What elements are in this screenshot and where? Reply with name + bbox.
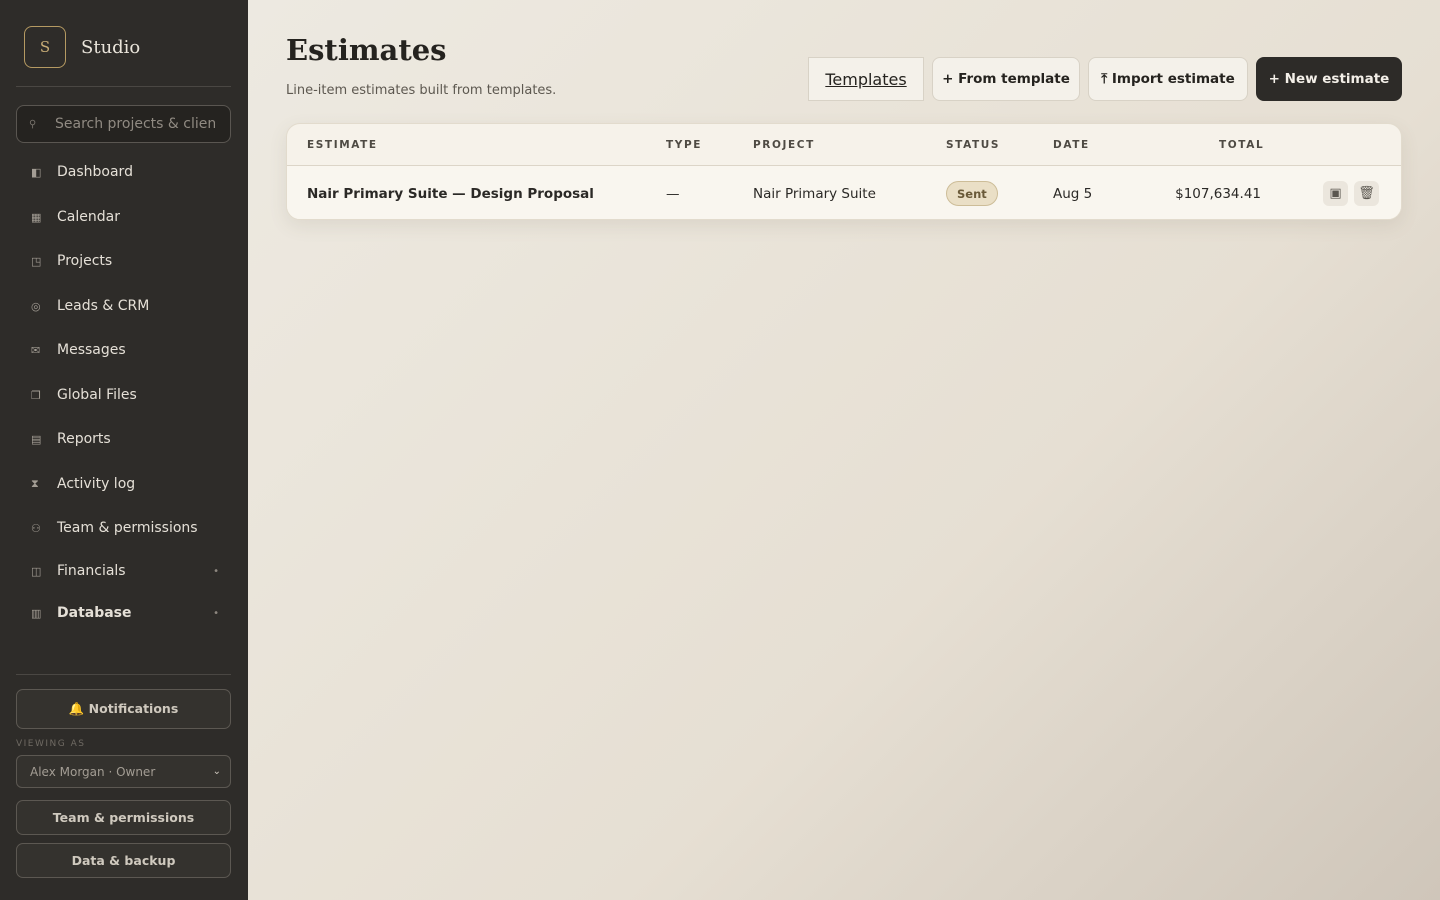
data-backup-button[interactable]: Data & backup: [16, 843, 231, 878]
sidebar-item-calendar[interactable]: ▦ Calendar: [16, 200, 231, 234]
sidebar-item-label: Team & permissions: [57, 520, 198, 536]
sidebar-item-activity-log[interactable]: ⧗ Activity log: [16, 467, 231, 501]
column-header-project[interactable]: PROJECT: [753, 139, 815, 151]
sidebar-item-label: Activity log: [57, 476, 136, 492]
column-header-status[interactable]: STATUS: [946, 139, 1000, 151]
search-icon: ⚲: [29, 118, 37, 130]
notifications-button[interactable]: 🔔 Notifications: [16, 689, 231, 729]
brand-name: Studio: [81, 36, 141, 58]
calendar-icon: ▦: [31, 210, 42, 224]
activity-icon: ⧗: [31, 477, 39, 490]
reports-icon: ▤: [31, 432, 42, 446]
estimate-date: Aug 5: [1053, 186, 1093, 202]
table-row[interactable]: Nair Primary Suite — Design Proposal — N…: [287, 166, 1401, 219]
search-input[interactable]: [55, 116, 215, 132]
estimate-type: —: [666, 186, 680, 202]
estimates-table: ESTIMATE TYPE PROJECT STATUS DATE TOTAL …: [286, 123, 1402, 220]
sidebar-divider-bottom: [16, 674, 231, 675]
sidebar: S Studio ⚲ ◧ Dashboard ▦ Calendar ◳ Proj…: [0, 0, 248, 900]
sidebar-item-label: Leads & CRM: [57, 298, 150, 314]
dashboard-icon: ◧: [31, 165, 42, 179]
expand-dot-icon: •: [213, 607, 219, 619]
sidebar-item-label: Database: [57, 605, 132, 621]
column-header-date[interactable]: DATE: [1053, 139, 1090, 151]
from-template-button[interactable]: + From template: [932, 57, 1080, 101]
team-icon: ⚇: [31, 521, 41, 535]
estimate-total: $107,634.41: [1175, 186, 1261, 202]
financials-icon: ◫: [31, 564, 42, 578]
files-icon: ❐: [31, 388, 41, 402]
chevron-down-icon: ⌄: [212, 766, 221, 777]
database-icon: ▥: [31, 606, 42, 620]
viewing-as-label: VIEWING AS: [16, 739, 86, 749]
page-title: Estimates: [286, 33, 447, 67]
sidebar-item-label: Financials: [57, 563, 126, 579]
column-header-type[interactable]: TYPE: [666, 139, 702, 151]
sidebar-item-messages[interactable]: ✉ Messages: [16, 333, 231, 367]
search-box[interactable]: ⚲: [16, 105, 231, 143]
sidebar-divider-top: [16, 86, 231, 87]
expand-dot-icon: •: [213, 565, 219, 577]
estimate-project: Nair Primary Suite: [753, 186, 876, 202]
sidebar-item-label: Dashboard: [57, 164, 133, 180]
messages-icon: ✉: [31, 343, 41, 357]
team-permissions-button[interactable]: Team & permissions: [16, 800, 231, 835]
sidebar-item-label: Projects: [57, 253, 113, 269]
new-estimate-button[interactable]: + New estimate: [1256, 57, 1402, 101]
sidebar-item-projects[interactable]: ◳ Projects: [16, 244, 231, 278]
sidebar-item-team-permissions[interactable]: ⚇ Team & permissions: [16, 511, 231, 545]
brand-logo: S: [24, 26, 66, 68]
sidebar-item-label: Calendar: [57, 209, 120, 225]
import-estimate-button[interactable]: ⤒ Import estimate: [1088, 57, 1248, 101]
sidebar-item-database[interactable]: ▥ Database •: [16, 596, 231, 630]
archive-icon[interactable]: ▣: [1323, 181, 1348, 206]
sidebar-item-reports[interactable]: ▤ Reports: [16, 422, 231, 456]
column-header-total[interactable]: TOTAL: [1219, 139, 1264, 151]
sidebar-item-dashboard[interactable]: ◧ Dashboard: [16, 155, 231, 189]
trash-icon[interactable]: 🗑: [1354, 181, 1379, 206]
sidebar-item-leads[interactable]: ◎ Leads & CRM: [16, 289, 231, 323]
brand[interactable]: S Studio: [24, 26, 140, 68]
status-badge: Sent: [946, 181, 998, 206]
page-subtitle: Line-item estimates built from templates…: [286, 83, 557, 98]
sidebar-item-label: Reports: [57, 431, 111, 447]
leads-icon: ◎: [31, 299, 41, 313]
table-header: ESTIMATE TYPE PROJECT STATUS DATE TOTAL: [287, 124, 1401, 166]
templates-link[interactable]: Templates: [808, 57, 924, 101]
sidebar-item-label: Messages: [57, 342, 126, 358]
column-header-estimate[interactable]: ESTIMATE: [307, 139, 378, 151]
sidebar-item-label: Global Files: [57, 387, 137, 403]
sidebar-item-global-files[interactable]: ❐ Global Files: [16, 378, 231, 412]
viewing-as-value: Alex Morgan · Owner: [30, 764, 156, 779]
viewing-as-select[interactable]: Alex Morgan · Owner ⌄: [16, 755, 231, 788]
sidebar-item-financials[interactable]: ◫ Financials •: [16, 554, 231, 588]
estimate-name[interactable]: Nair Primary Suite — Design Proposal: [307, 186, 594, 202]
main-content: Estimates Line-item estimates built from…: [248, 0, 1440, 900]
projects-icon: ◳: [31, 254, 42, 268]
